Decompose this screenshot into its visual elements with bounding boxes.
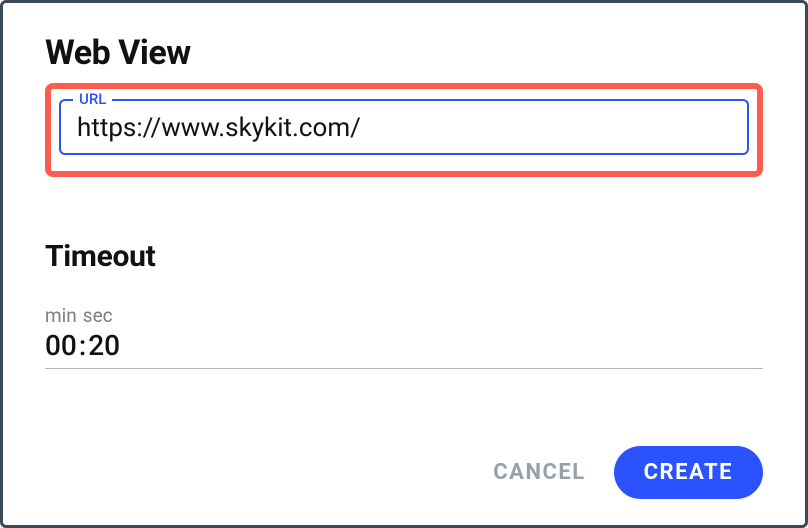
web-view-dialog: Web View URL Timeout min sec 00 : 20 CAN…: [0, 0, 808, 528]
timeout-sec-label: sec: [83, 304, 113, 327]
create-button[interactable]: CREATE: [614, 446, 763, 499]
timeout-colon: :: [79, 329, 86, 362]
url-input[interactable]: [77, 113, 731, 143]
dialog-actions: CANCEL CREATE: [45, 446, 763, 499]
dialog-title: Web View: [45, 33, 763, 73]
timeout-title: Timeout: [45, 239, 763, 274]
url-field-wrap[interactable]: URL: [59, 99, 749, 155]
timeout-min-label: min: [45, 304, 77, 327]
url-highlight-box: URL: [45, 83, 763, 177]
timeout-labels: min sec: [45, 304, 763, 327]
timeout-value[interactable]: 00 : 20: [45, 329, 763, 369]
timeout-minutes: 00: [45, 329, 77, 362]
url-field-label: URL: [73, 90, 112, 108]
timeout-field[interactable]: min sec 00 : 20: [45, 304, 763, 369]
timeout-seconds: 20: [88, 329, 120, 362]
cancel-button[interactable]: CANCEL: [487, 450, 591, 495]
